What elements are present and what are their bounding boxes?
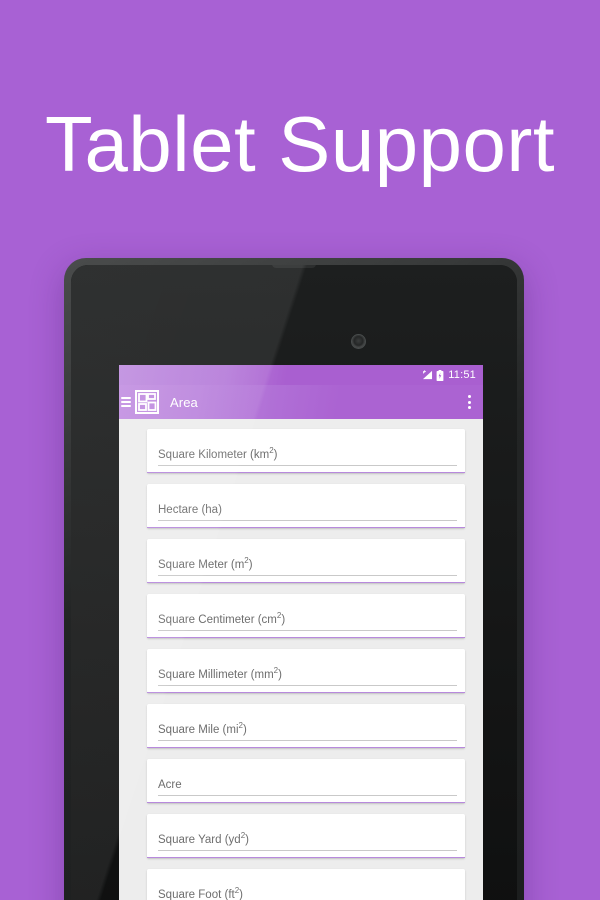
- list-item[interactable]: Square Meter (m2): [147, 539, 465, 583]
- unit-label: Square Foot (ft2): [158, 886, 244, 900]
- speaker-notch-icon: [272, 265, 316, 268]
- list-item[interactable]: Square Yard (yd2): [147, 814, 465, 858]
- front-camera-icon: [352, 335, 365, 348]
- status-bar-time: 11:51: [448, 368, 476, 381]
- unit-input[interactable]: Hectare (ha): [158, 503, 457, 521]
- unit-label: Square Meter (m2): [158, 556, 253, 571]
- hamburger-menu-icon[interactable]: [121, 396, 131, 408]
- unit-label: Acre: [158, 779, 182, 791]
- list-item[interactable]: Square Kilometer (km2): [147, 429, 465, 473]
- unit-input[interactable]: Square Kilometer (km2): [158, 446, 457, 466]
- unit-input[interactable]: Square Yard (yd2): [158, 831, 457, 851]
- list-item[interactable]: Square Foot (ft2): [147, 869, 465, 900]
- status-icons: [422, 369, 444, 381]
- unit-label: Square Kilometer (km2): [158, 446, 278, 461]
- battery-icon: [436, 369, 444, 381]
- app-bar-title: Area: [170, 394, 198, 410]
- page-title: Tablet Support: [44, 100, 555, 188]
- signal-icon: [423, 370, 433, 380]
- list-item[interactable]: Square Centimeter (cm2): [147, 594, 465, 638]
- list-item[interactable]: Hectare (ha): [147, 484, 465, 528]
- unit-input[interactable]: Square Meter (m2): [158, 556, 457, 576]
- list-item[interactable]: Acre: [147, 759, 465, 803]
- unit-label: Hectare (ha): [158, 504, 222, 516]
- tablet-screen: 11:51 Area Square Kilometer (km2) Hectar…: [119, 365, 483, 900]
- unit-input[interactable]: Acre: [158, 778, 457, 796]
- unit-label: Square Millimeter (mm2): [158, 666, 282, 681]
- unit-label: Square Centimeter (cm2): [158, 611, 286, 626]
- app-bar: Area: [119, 385, 483, 419]
- unit-label: Square Mile (mi2): [158, 721, 247, 736]
- list-item[interactable]: Square Millimeter (mm2): [147, 649, 465, 693]
- unit-input[interactable]: Square Centimeter (cm2): [158, 611, 457, 631]
- status-bar: 11:51: [119, 365, 483, 385]
- area-grid-logo-icon: [135, 390, 159, 414]
- unit-label: Square Yard (yd2): [158, 831, 249, 846]
- overflow-menu-icon[interactable]: [462, 393, 476, 411]
- unit-list[interactable]: Square Kilometer (km2) Hectare (ha) Squa…: [119, 419, 483, 900]
- unit-input[interactable]: Square Mile (mi2): [158, 721, 457, 741]
- unit-input[interactable]: Square Millimeter (mm2): [158, 666, 457, 686]
- tablet-device: 11:51 Area Square Kilometer (km2) Hectar…: [64, 258, 524, 900]
- list-item[interactable]: Square Mile (mi2): [147, 704, 465, 748]
- tablet-bezel: 11:51 Area Square Kilometer (km2) Hectar…: [71, 265, 517, 900]
- unit-input[interactable]: Square Foot (ft2): [158, 886, 457, 900]
